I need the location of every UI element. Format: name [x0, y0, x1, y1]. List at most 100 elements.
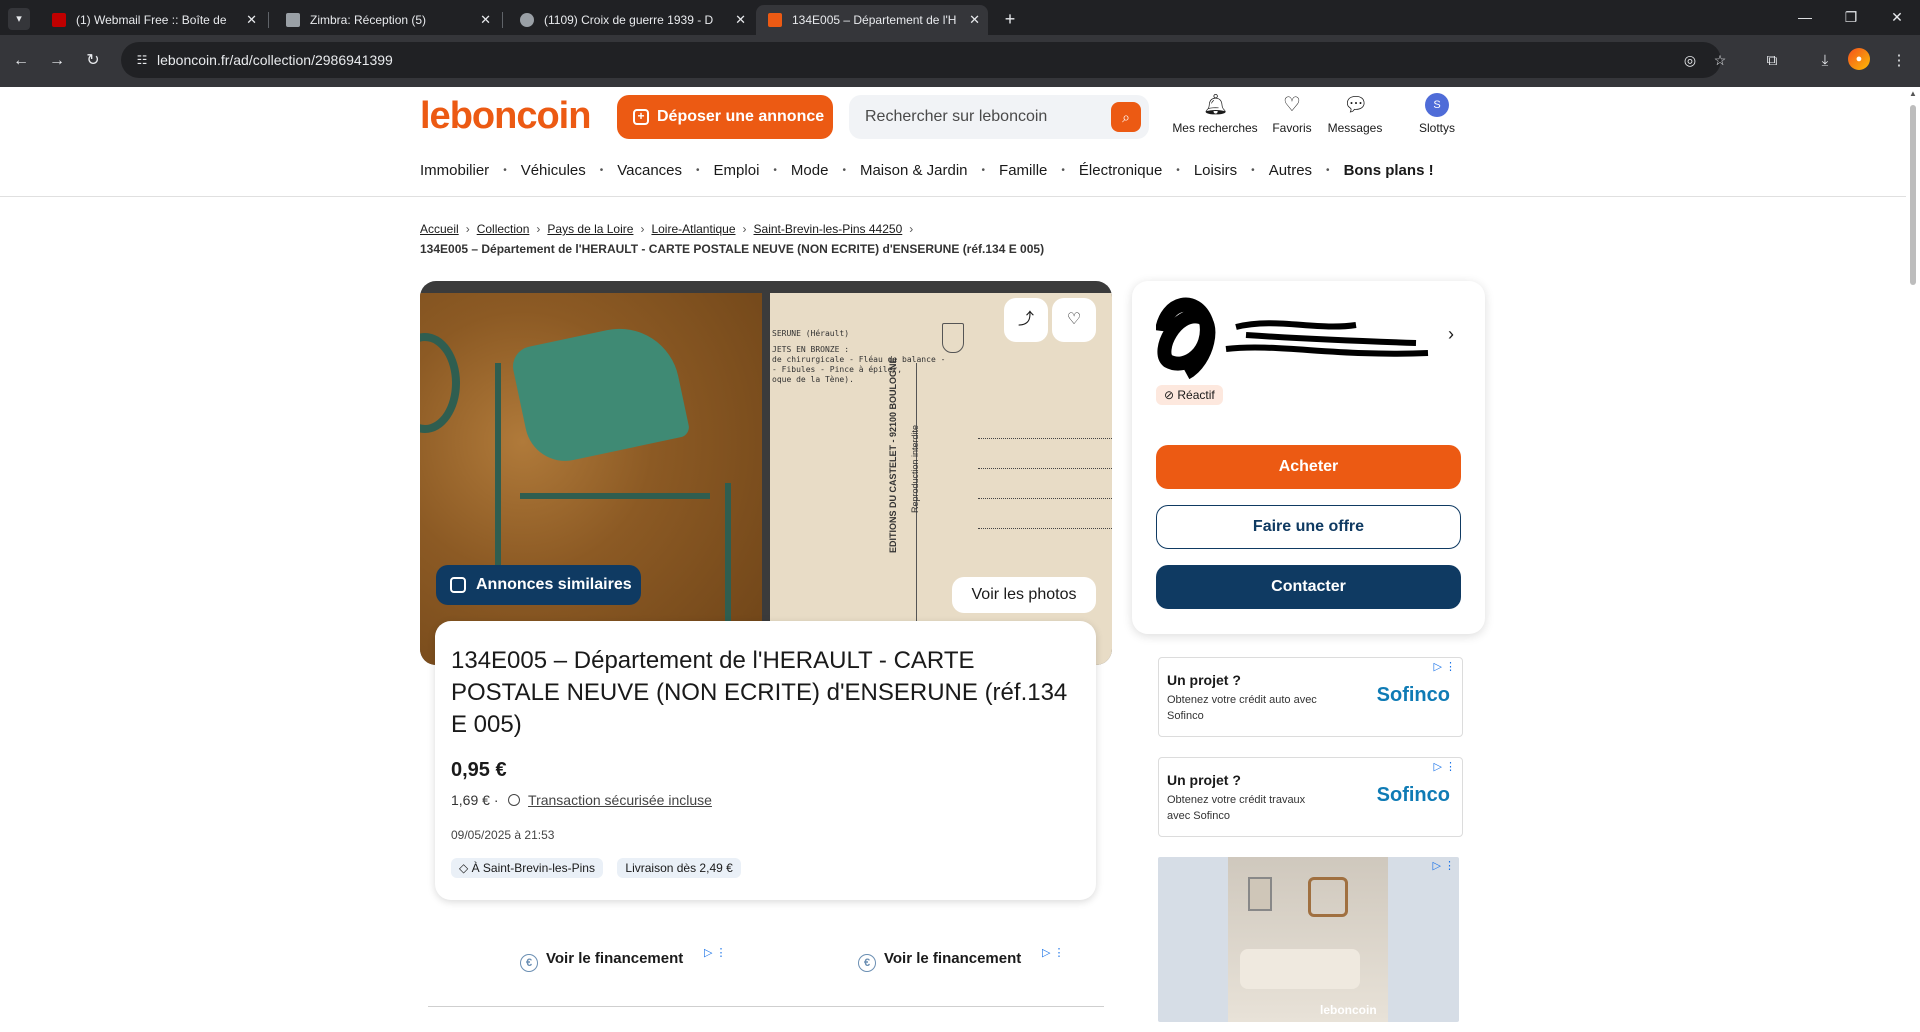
search-icon[interactable]: ⌕: [1111, 102, 1141, 132]
location-tag[interactable]: ◇ À Saint-Brevin-les-Pins: [451, 858, 603, 878]
ad-choices-icon[interactable]: ▷ ⋮: [1433, 760, 1456, 773]
buy-button[interactable]: Acheter: [1156, 445, 1461, 489]
breadcrumb-city[interactable]: Saint-Brevin-les-Pins 44250: [754, 222, 903, 236]
window-close-icon[interactable]: ✕: [1874, 0, 1920, 35]
messages-link[interactable]: 💬︎ Messages: [1322, 93, 1388, 135]
delivery-tag[interactable]: Livraison dès 2,49 €: [617, 858, 741, 878]
breadcrumb-accueil[interactable]: Accueil: [420, 222, 459, 236]
address-line: [978, 468, 1112, 469]
minimize-icon[interactable]: —: [1782, 0, 1828, 35]
separator-dot: •: [981, 164, 986, 176]
star-icon[interactable]: ☆: [1711, 51, 1729, 69]
close-icon[interactable]: ✕: [735, 5, 746, 35]
share-icon[interactable]: ⤴: [1004, 298, 1048, 342]
favorite-heart-icon[interactable]: ♡: [1052, 298, 1096, 342]
separator-dot: •: [1061, 164, 1065, 176]
menu-icon[interactable]: ⋮: [1886, 48, 1912, 74]
location-label: À Saint-Brevin-les-Pins: [471, 861, 595, 875]
ad-banner-living-room[interactable]: leboncoin ▷ ⋮: [1158, 857, 1459, 1022]
avatar: S: [1425, 93, 1449, 117]
reload-icon[interactable]: ↻: [80, 48, 106, 74]
extensions-icon[interactable]: ⧉: [1759, 48, 1785, 74]
tab-title: 134E005 – Département de l'HE: [792, 13, 956, 27]
browser-tab-bar: ▾ (1) Webmail Free :: Boîte de réc ✕ Zim…: [0, 0, 1920, 35]
site-header: leboncoin + Déposer une annonce ⌕ 🔔︎ Mes…: [0, 87, 1920, 197]
ad-choices-icon[interactable]: ▷ ⋮: [1042, 946, 1065, 959]
chevron-right-icon[interactable]: ›: [1448, 324, 1454, 345]
ad-choices-icon[interactable]: ▷ ⋮: [704, 946, 727, 959]
browser-tab[interactable]: (1109) Croix de guerre 1939 - D ✕: [508, 5, 754, 35]
separator-dot: •: [1251, 164, 1255, 176]
category-autres[interactable]: Autres: [1269, 162, 1312, 179]
breadcrumb-department[interactable]: Loire-Atlantique: [651, 222, 735, 236]
breadcrumb-collection[interactable]: Collection: [477, 222, 530, 236]
category-famille[interactable]: Famille: [999, 162, 1047, 179]
secure-transaction-link[interactable]: Transaction sécurisée incluse: [528, 792, 712, 808]
ad-sofinco-travaux[interactable]: Un projet ? Obtenez votre crédit travaux…: [1158, 757, 1463, 837]
scroll-thumb[interactable]: [1910, 105, 1916, 285]
bronze-fragment: [509, 317, 691, 469]
breadcrumb: Accueil › Collection › Pays de la Loire › Loir…: [420, 222, 920, 236]
category-bons-plans[interactable]: Bons plans !: [1344, 162, 1434, 179]
ad-sofinco-auto[interactable]: Un projet ? Obtenez votre crédit auto av…: [1158, 657, 1463, 737]
postcard-line: SERUNE (Hérault): [772, 329, 850, 338]
back-icon[interactable]: ←: [8, 48, 34, 74]
financing-link-2[interactable]: € Voir le financement: [858, 950, 1021, 972]
separator-dot: •: [503, 164, 507, 176]
postcard-line: oque de la Tène).: [772, 375, 854, 384]
view-photos-button[interactable]: Voir les photos: [952, 577, 1096, 613]
page-scrollbar[interactable]: ▲: [1906, 87, 1920, 1032]
make-offer-button[interactable]: Faire une offre: [1156, 505, 1461, 549]
post-ad-button[interactable]: + Déposer une annonce: [617, 95, 833, 139]
ad-choices-icon[interactable]: ▷ ⋮: [1433, 660, 1456, 673]
close-icon[interactable]: ✕: [969, 5, 980, 35]
category-nav: Immobilier • Véhicules • Vacances • Emploi • Mod…: [420, 161, 1434, 185]
scroll-up-icon[interactable]: ▲: [1909, 89, 1917, 98]
responsive-label: Réactif: [1177, 388, 1215, 402]
site-info-icon[interactable]: ☷: [133, 51, 151, 69]
category-emploi[interactable]: Emploi: [714, 162, 760, 179]
saved-searches-link[interactable]: 🔔︎ Mes recherches: [1170, 93, 1260, 135]
chevron-right-icon: ›: [742, 222, 747, 236]
financing-link-1[interactable]: € Voir le financement: [520, 950, 683, 972]
address-line: [978, 498, 1112, 499]
category-vehicules[interactable]: Véhicules: [521, 162, 586, 179]
category-electronique[interactable]: Électronique: [1079, 162, 1162, 179]
category-mode[interactable]: Mode: [791, 162, 829, 179]
address-line: [978, 528, 1112, 529]
browser-tab[interactable]: (1) Webmail Free :: Boîte de réc ✕: [40, 5, 265, 35]
tab-search-button[interactable]: ▾: [8, 8, 30, 30]
category-maison-jardin[interactable]: Maison & Jardin: [860, 162, 968, 179]
download-icon[interactable]: ⤓: [1812, 48, 1838, 74]
price-with-fees: 1,69 €: [451, 792, 490, 808]
breadcrumb-region[interactable]: Pays de la Loire: [547, 222, 633, 236]
profile-icon[interactable]: ●: [1848, 48, 1870, 70]
favorites-link[interactable]: ♡ Favoris: [1266, 93, 1318, 135]
category-vacances[interactable]: Vacances: [617, 162, 682, 179]
similar-ads-button[interactable]: Annonces similaires: [436, 565, 641, 605]
search-input[interactable]: [865, 95, 1095, 139]
url-text[interactable]: leboncoin.fr/ad/collection/2986941399: [157, 42, 393, 78]
close-icon[interactable]: ✕: [246, 5, 257, 35]
forward-icon[interactable]: →: [44, 48, 70, 74]
photo-gallery[interactable]: SERUNE (Hérault) JETS EN BRONZE : de chi…: [420, 281, 1112, 665]
photo-bronze-objects[interactable]: [420, 293, 762, 665]
eye-off-icon[interactable]: ◎: [1681, 51, 1699, 69]
account-link[interactable]: S Slottys: [1413, 93, 1461, 135]
contact-button[interactable]: Contacter: [1156, 565, 1461, 609]
financing-label: Voir le financement: [546, 950, 684, 967]
restore-icon[interactable]: ❐: [1828, 0, 1874, 35]
ad-brand-label: leboncoin: [1320, 1003, 1377, 1017]
leboncoin-logo[interactable]: leboncoin: [420, 95, 591, 138]
browser-tab-active[interactable]: 134E005 – Département de l'HE ✕: [756, 5, 988, 35]
hex-shelf: [1308, 877, 1348, 917]
new-tab-button[interactable]: +: [996, 6, 1024, 34]
close-icon[interactable]: ✕: [480, 5, 491, 35]
ad-choices-icon[interactable]: ▷ ⋮: [1432, 859, 1455, 872]
ad-title: 134E005 – Département de l'HERAULT - CAR…: [451, 647, 1068, 738]
address-bar[interactable]: ☷ leboncoin.fr/ad/collection/2986941399 …: [121, 42, 1726, 78]
category-loisirs[interactable]: Loisirs: [1194, 162, 1237, 179]
category-immobilier[interactable]: Immobilier: [420, 162, 489, 179]
browser-tab[interactable]: Zimbra: Réception (5) ✕: [274, 5, 499, 35]
postcard-line: de chirurgicale - Fléau de balance -: [772, 355, 946, 364]
